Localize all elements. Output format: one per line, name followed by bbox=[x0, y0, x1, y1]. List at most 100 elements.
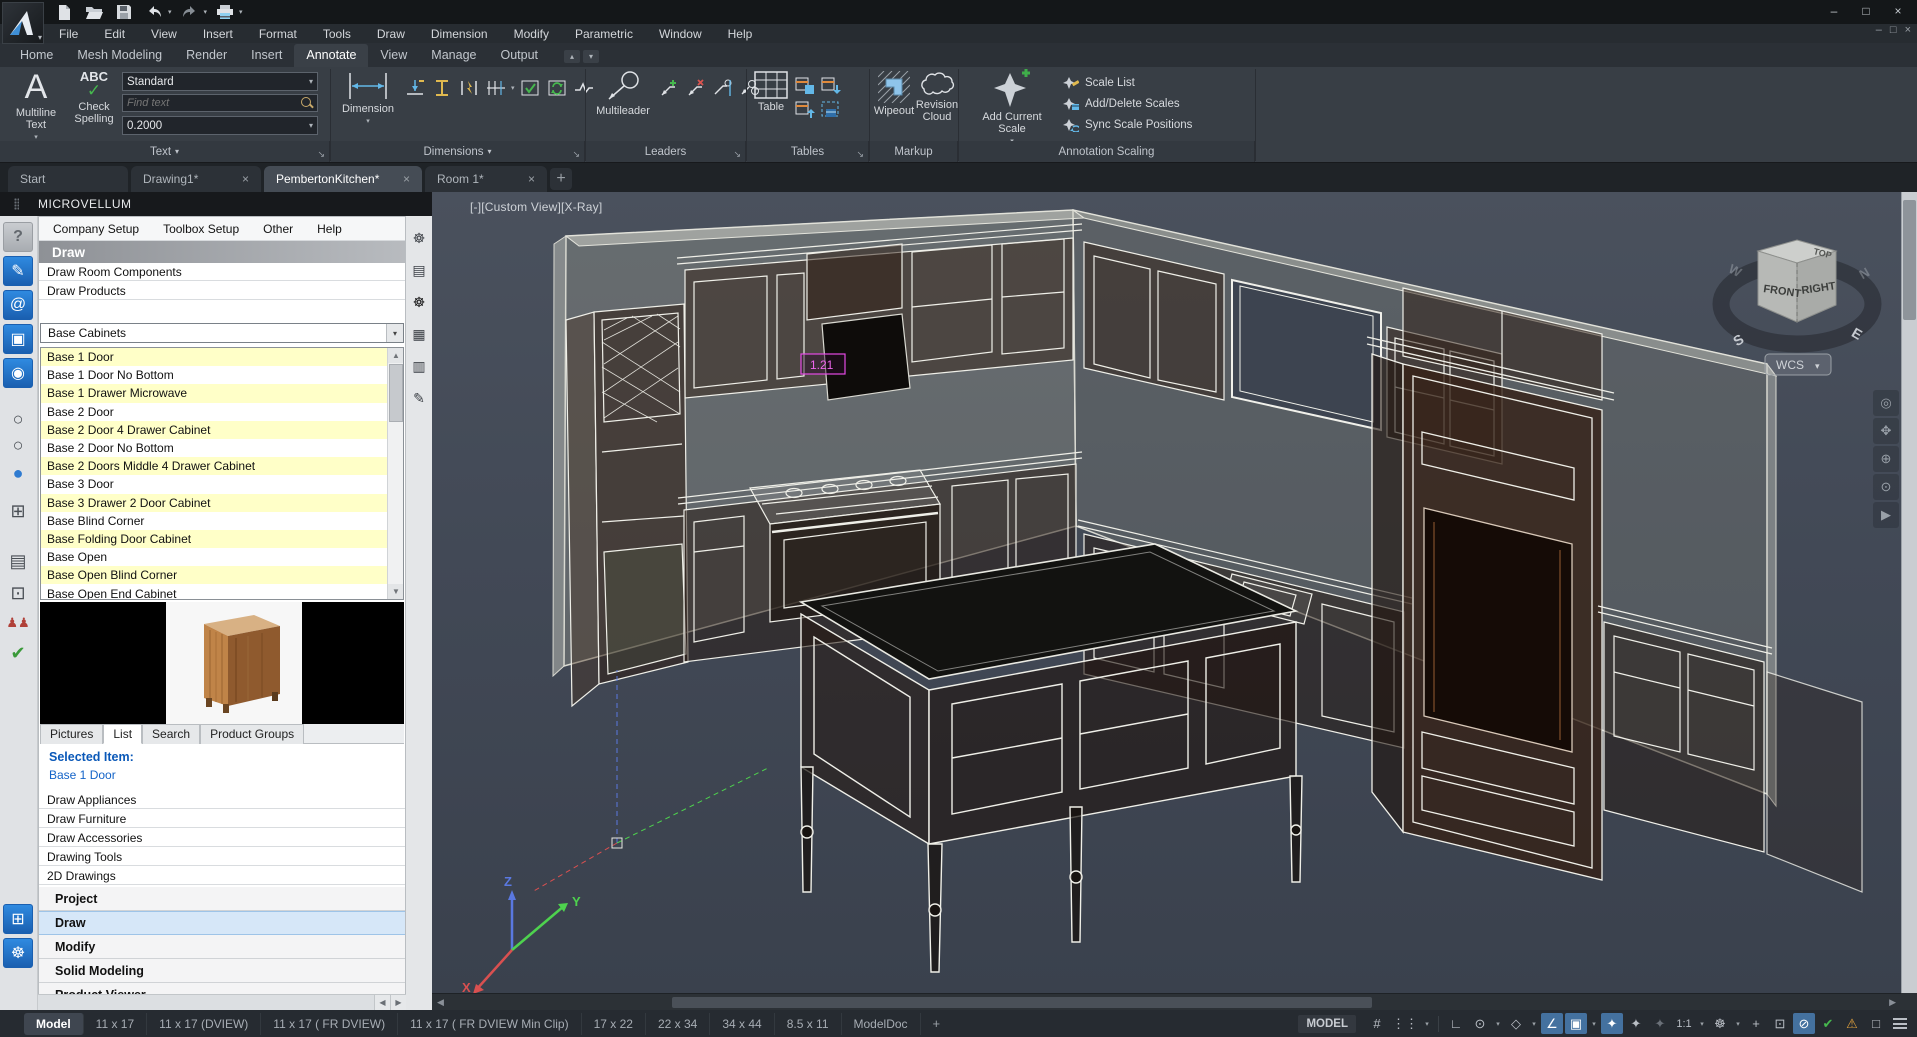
layout-tab[interactable]: 11 x 17 (DVIEW) bbox=[147, 1013, 261, 1035]
add-delete-scales-button[interactable]: Add/Delete Scales bbox=[1063, 96, 1180, 112]
annotation-autoscale-icon[interactable]: ✦ bbox=[1625, 1013, 1647, 1034]
annotation-scale-icon[interactable]: ✦ bbox=[1649, 1013, 1671, 1034]
list-item[interactable]: Base 2 Door 4 Drawer Cabinet bbox=[41, 421, 388, 439]
new-tab-button[interactable]: + bbox=[550, 168, 572, 190]
list-item[interactable]: Base Open bbox=[41, 548, 388, 566]
scale-list-button[interactable]: Scale List bbox=[1063, 75, 1135, 91]
layout-tab[interactable]: 11 x 17 ( FR DVIEW Min Clip) bbox=[398, 1013, 581, 1035]
draw-accessories-row[interactable]: Draw Accessories bbox=[39, 829, 405, 847]
menu-format[interactable]: Format bbox=[246, 24, 310, 43]
open-folder-icon[interactable] bbox=[82, 2, 106, 22]
navbar-pan-icon[interactable]: ✥ bbox=[1873, 418, 1899, 444]
add-current-scale-button[interactable]: Add Current Scale ▾ bbox=[969, 69, 1055, 148]
hardware-hook-icon[interactable]: ⊡ bbox=[3, 578, 33, 608]
draw-room-components-row[interactable]: Draw Room Components bbox=[39, 263, 405, 281]
check-spelling-button[interactable]: ABC ✓ Check Spelling bbox=[68, 71, 120, 125]
text-panel-expander-icon[interactable]: ↘ bbox=[317, 149, 325, 160]
new-file-icon[interactable] bbox=[52, 2, 76, 22]
table-link-icon[interactable] bbox=[819, 99, 842, 121]
draw-appliances-row[interactable]: Draw Appliances bbox=[39, 791, 405, 809]
snap-toggle-icon[interactable]: ⋮⋮ bbox=[1390, 1013, 1420, 1034]
ribbon-collapse-button[interactable]: ▴ bbox=[564, 50, 580, 63]
ribbon-tab-view[interactable]: View bbox=[368, 44, 419, 67]
section-modify[interactable]: Modify bbox=[39, 935, 405, 959]
tab-list[interactable]: List bbox=[103, 724, 142, 744]
dim-baseline-icon[interactable] bbox=[484, 77, 507, 99]
close-tab-icon[interactable]: × bbox=[528, 172, 535, 186]
osnap-toggle-icon[interactable]: ∠ bbox=[1541, 1013, 1563, 1034]
menu-modify[interactable]: Modify bbox=[501, 24, 562, 43]
project-folder-icon[interactable]: ⊞ bbox=[3, 904, 33, 934]
menu-tools[interactable]: Tools bbox=[310, 24, 364, 43]
leaders-panel-expander-icon[interactable]: ↘ bbox=[733, 149, 741, 160]
layout-tab[interactable]: 34 x 44 bbox=[710, 1013, 774, 1035]
table-download-icon[interactable] bbox=[819, 75, 842, 97]
navbar-orbit-icon[interactable]: ⊙ bbox=[1873, 474, 1899, 500]
section-project[interactable]: Project bbox=[39, 887, 405, 911]
doc-minimize-button[interactable]: – bbox=[1876, 24, 1882, 36]
leaders-panel-label[interactable]: Leaders ↘ bbox=[586, 141, 746, 162]
layout-tab-model[interactable]: Model bbox=[24, 1013, 84, 1035]
app-logo[interactable]: ▾ bbox=[2, 2, 44, 44]
list-item[interactable]: Base 2 Doors Middle 4 Drawer Cabinet bbox=[41, 457, 388, 475]
menu-draw[interactable]: Draw bbox=[364, 24, 418, 43]
redo-caret-icon[interactable]: ▾ bbox=[204, 8, 208, 16]
clean-screen-icon[interactable]: □ bbox=[1865, 1013, 1887, 1034]
sheet-icon[interactable]: ▥ bbox=[409, 356, 429, 376]
list-item[interactable]: Base 3 Drawer 2 Door Cabinet bbox=[41, 494, 388, 512]
viewcube[interactable]: S E W N FRONT RIGHT TOP WCS ▾ bbox=[1721, 240, 1873, 375]
scroll-left-icon[interactable]: ◀ bbox=[374, 995, 390, 1010]
print-caret-icon[interactable]: ▾ bbox=[239, 8, 243, 16]
multiline-text-button[interactable]: A Multiline Text ▾ bbox=[8, 69, 64, 144]
render-camera-icon[interactable]: ◉ bbox=[3, 358, 33, 388]
redo-icon[interactable] bbox=[178, 2, 202, 22]
minimize-button[interactable]: – bbox=[1819, 0, 1849, 22]
grid-panel-icon[interactable]: ▦ bbox=[409, 324, 429, 344]
scroll-thumb[interactable] bbox=[389, 364, 403, 422]
dim-update-icon[interactable] bbox=[546, 77, 569, 99]
palette-menu-other[interactable]: Other bbox=[263, 222, 293, 236]
tab-pictures[interactable]: Pictures bbox=[40, 724, 103, 744]
file-tab-start[interactable]: Start bbox=[8, 166, 128, 192]
dimensions-panel-label[interactable]: Dimensions▾ ↘ bbox=[331, 141, 585, 162]
ribbon-tab-mesh-modeling[interactable]: Mesh Modeling bbox=[65, 44, 174, 67]
list-item[interactable]: Base Open Blind Corner bbox=[41, 566, 388, 584]
drawing-tools-row[interactable]: Drawing Tools bbox=[39, 848, 405, 866]
list-item[interactable]: Base 1 Door bbox=[41, 348, 388, 366]
menu-parametric[interactable]: Parametric bbox=[562, 24, 646, 43]
close-tab-icon[interactable]: × bbox=[242, 172, 249, 186]
customization-menu-icon[interactable] bbox=[1889, 1013, 1911, 1034]
draw-spiral-icon[interactable]: @ bbox=[3, 290, 33, 320]
menu-view[interactable]: View bbox=[138, 24, 190, 43]
draw-products-row[interactable]: Draw Products bbox=[39, 282, 405, 300]
list-item[interactable]: Base 2 Door bbox=[41, 403, 388, 421]
palette-menu-toolbox-setup[interactable]: Toolbox Setup bbox=[163, 222, 239, 236]
sphere-tool-icon[interactable]: ● bbox=[3, 458, 33, 488]
scroll-down-icon[interactable]: ▼ bbox=[388, 584, 404, 599]
performance-warning-icon[interactable]: ⚠ bbox=[1841, 1013, 1863, 1034]
leader-align-icon[interactable] bbox=[710, 77, 733, 99]
list-item[interactable]: Base 2 Door No Bottom bbox=[41, 439, 388, 457]
revision-cloud-button[interactable]: Revision Cloud bbox=[916, 71, 958, 123]
table-extract-icon[interactable] bbox=[793, 75, 816, 97]
gear-dark-icon[interactable]: ☸ bbox=[409, 292, 429, 312]
tables-panel-expander-icon[interactable]: ↘ bbox=[856, 149, 864, 160]
polar-tracking-icon[interactable]: ⊙ bbox=[1469, 1013, 1491, 1034]
palette-menu-help[interactable]: Help bbox=[317, 222, 342, 236]
search-icon[interactable] bbox=[300, 96, 314, 110]
undo-icon[interactable] bbox=[142, 2, 166, 22]
ribbon-collapse-caret[interactable]: ▾ bbox=[583, 50, 599, 63]
hardware-accel-icon[interactable]: ⊘ bbox=[1793, 1013, 1815, 1034]
layout-tab-modeldoc[interactable]: ModelDoc bbox=[842, 1013, 921, 1035]
layout-tab[interactable]: 11 x 17 bbox=[84, 1013, 147, 1035]
layout-tab[interactable]: 22 x 34 bbox=[646, 1013, 710, 1035]
file-tab-pembertonkitchen[interactable]: PembertonKitchen*× bbox=[264, 166, 422, 192]
text-height-select[interactable]: 0.2000 ▾ bbox=[122, 116, 318, 135]
settings-gear-icon[interactable]: ☸ bbox=[3, 938, 33, 968]
pencil-icon[interactable]: ✎ bbox=[409, 388, 429, 408]
h-scroll-right-icon[interactable]: ▶ bbox=[1884, 997, 1901, 1008]
scale-caret-icon[interactable]: ▾ bbox=[1697, 1020, 1707, 1028]
doc-restore-button[interactable]: □ bbox=[1890, 24, 1897, 36]
octagon-tool-icon[interactable]: ○ bbox=[3, 430, 33, 460]
palette-title-bar[interactable]: MICROVELLUM bbox=[0, 192, 432, 216]
